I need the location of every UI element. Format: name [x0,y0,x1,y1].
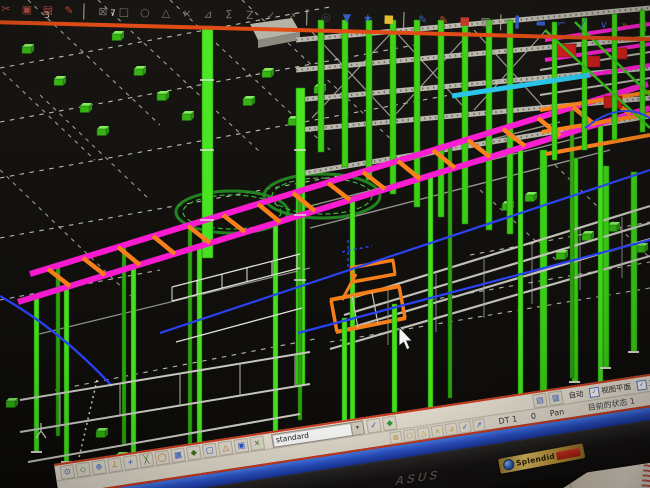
snap-perpendicular-icon[interactable]: ⊥ [107,456,123,472]
snap-intersection-icon[interactable]: + [123,454,139,470]
sticker-text: Splendid [516,452,556,468]
gray-plate-icon[interactable]: ▨ [477,13,494,30]
red-plate-icon[interactable]: ■ [456,12,473,29]
snap-diamond-icon[interactable]: ◆ [186,444,202,460]
plane-work-icon[interactable]: ▥ [548,390,564,406]
notes-icon[interactable]: ■ [380,10,397,27]
binoculars-icon[interactable]: ◎ [317,9,334,26]
mini-triangle-icon[interactable]: △ [417,426,431,440]
snap-midpoint-icon[interactable]: ◇ [75,461,91,477]
sticker-logo-icon [503,458,516,471]
work-plane-checkbox[interactable]: ✓ 工作平面 [636,374,650,391]
copy-icon[interactable]: ▣ [18,1,35,18]
separator [403,11,408,27]
asus-logo: ASUS [395,467,441,488]
create-column-icon[interactable]: ▍ [511,14,528,31]
snap-circle-icon[interactable]: ◯ [154,449,170,465]
mini-rect-icon[interactable]: □ [403,428,417,442]
separator [500,14,505,30]
mini-check-icon[interactable]: ✓ [458,420,472,434]
check-tool-icon[interactable]: ✓ [262,7,279,24]
pen-blue-icon[interactable]: ✎ [414,11,431,28]
filter-apply-icon[interactable]: ✓ [366,417,382,433]
pen-red-icon[interactable]: ✎ [435,12,452,29]
plane-view-icon[interactable]: ▤ [532,392,548,408]
angle-tool-icon[interactable]: ⊿ [199,5,216,22]
create-beam-icon[interactable]: ▬ [532,14,549,31]
sticker-red-badge [556,447,581,459]
status-count: 0 [530,411,536,421]
sigma-tool-icon[interactable]: Σ [220,6,237,23]
filter-new-icon[interactable]: ◆ [382,415,398,431]
mini-angle-icon[interactable]: ⊿ [444,422,458,436]
z-tool-icon[interactable]: Z [241,7,258,24]
auto-label: 自动 [568,388,584,401]
mini-arrow-icon[interactable]: ↗ [472,418,486,432]
checkbox-check-icon: ✓ [589,386,600,397]
arrow-tool-icon[interactable]: ↗ [283,8,300,25]
status-dt: DT 1 [498,414,518,426]
splendid-sticker: Splendid [498,443,586,474]
end-tool-icon[interactable]: | [637,17,650,34]
checkbox-check-icon: ✓ [636,379,647,390]
snap-any-icon[interactable]: × [249,435,265,451]
create-polybeam-icon[interactable]: ⌐ [553,15,570,32]
separator [83,3,88,19]
status-pan: Pan [549,407,565,418]
snap-box-icon[interactable]: ▣ [233,437,249,453]
create-twin-beam-icon[interactable]: ∨ [595,16,612,33]
monitor-photo-stage: 3 7 ✂▣▤✎⊠□○△×⊿ΣZ✓↗◎▼★■✎✎■▨▍▬⌐╱∨»| ⊙◇⊕⊥+╳… [0,0,650,488]
rect-tool-icon[interactable]: □ [115,3,132,20]
view-plane-label: 视图平面 [600,381,631,396]
create-curved-beam-icon[interactable]: ╱ [574,15,591,32]
snap-grid-icon[interactable]: ▦ [170,447,186,463]
separator [306,9,311,25]
cross-tool-icon[interactable]: × [178,5,195,22]
triangle-tool-icon[interactable]: △ [157,4,174,21]
mini-point-icon[interactable]: ⊠ [389,430,403,444]
create-orthogonal-icon[interactable]: » [616,16,633,33]
snap-center-icon[interactable]: ⊕ [91,459,107,475]
view-filter-icon[interactable]: ▼ [338,9,355,26]
snap-cross-icon[interactable]: ╳ [138,452,154,468]
circle-tool-icon[interactable]: ○ [136,4,153,21]
chevron-down-icon[interactable]: ▾ [350,421,364,435]
snap-free-icon[interactable]: □ [202,442,218,458]
mini-cross-icon[interactable]: × [431,424,445,438]
macro-pen-icon[interactable]: ✎ [60,2,77,19]
paste-icon[interactable]: ▤ [39,1,56,18]
cut-icon[interactable]: ✂ [0,0,15,17]
snapshot-icon[interactable]: ★ [359,10,376,27]
snap-triangle-icon[interactable]: △ [218,440,234,456]
point-tool-icon[interactable]: ⊠ [94,3,111,20]
snap-origin-icon[interactable]: ⊙ [59,464,75,480]
